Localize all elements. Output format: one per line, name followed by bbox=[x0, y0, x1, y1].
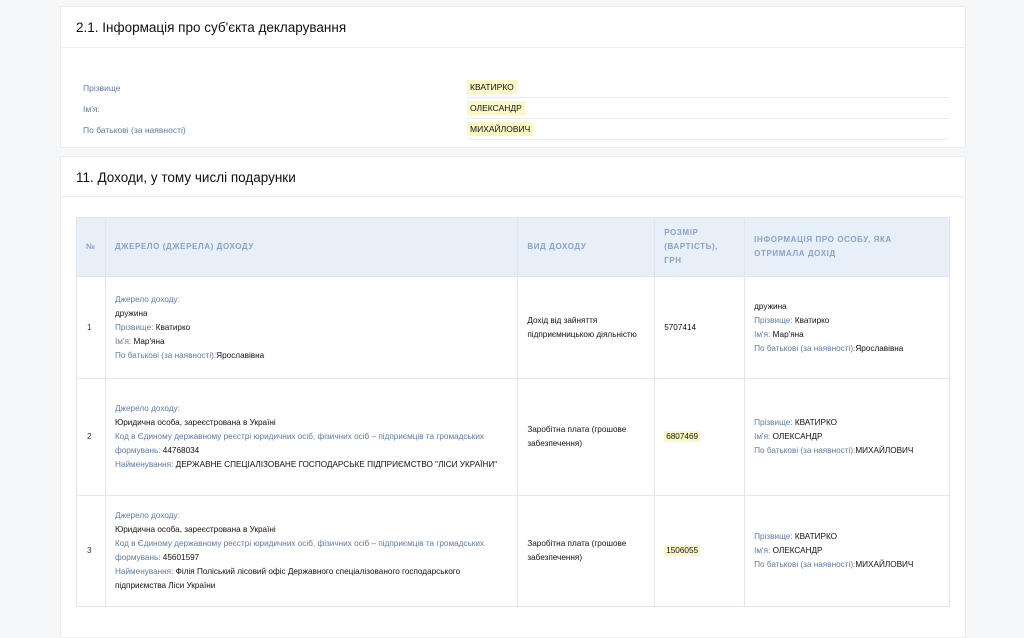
name-value: ОЛЕКСАНДР bbox=[467, 101, 525, 115]
recipient-surname: КВАТИРКО bbox=[794, 532, 838, 541]
recipient-cell: дружина Прізвище: Кватирко Ім'я: Мар'яна… bbox=[744, 276, 950, 379]
name-label: Ім'я: bbox=[754, 432, 771, 441]
source-surname: Кватирко bbox=[155, 322, 191, 332]
recipient-name-line: Ім'я: ОЛЕКСАНДР bbox=[754, 544, 940, 558]
source-cell: Джерело доходу: Юридична особа, зареєстр… bbox=[104, 378, 519, 496]
source-patronymic-line: По батькові (за наявності):Ярославівна bbox=[115, 349, 508, 363]
patronymic-value: МИХАЙЛОВИЧ bbox=[467, 122, 534, 136]
recipient-surname-line: Прізвище: КВАТИРКО bbox=[754, 416, 940, 430]
surname-row: Прізвище КВАТИРКО bbox=[83, 78, 949, 98]
source-cell: Джерело доходу: дружина Прізвище: Кватир… bbox=[104, 276, 519, 379]
recipient-name: ОЛЕКСАНДР bbox=[772, 432, 823, 441]
table-row: 2 Джерело доходу: Юридична особа, зареєс… bbox=[76, 378, 950, 496]
amount-value: 5707414 bbox=[664, 322, 697, 332]
source-code: 44768034 bbox=[162, 446, 200, 455]
patronymic-label: По батькові (за наявності): bbox=[754, 446, 856, 455]
org-label: Найменування: bbox=[114, 567, 174, 576]
source-org-line: Найменування: Філія Поліський лісовий оф… bbox=[115, 565, 508, 593]
recipient-name-line: Ім'я: ОЛЕКСАНДР bbox=[754, 430, 940, 444]
recipient-name: Мар'яна bbox=[772, 329, 804, 339]
name-label: Ім'я: bbox=[114, 336, 132, 346]
row-number: 1 bbox=[76, 276, 106, 379]
recipient-patronymic-line: По батькові (за наявності):Ярославівна bbox=[754, 342, 940, 356]
recipient-name: ОЛЕКСАНДР bbox=[772, 546, 823, 555]
source-type: Юридична особа, зареєстрована в Україні bbox=[114, 418, 276, 427]
source-org-line: Найменування: ДЕРЖАВНЕ СПЕЦІАЛІЗОВАНЕ ГО… bbox=[115, 458, 508, 472]
amount-value: 1506055 bbox=[664, 545, 701, 556]
source-org: ДЕРЖАВНЕ СПЕЦІАЛІЗОВАНЕ ГОСПОДАРСЬКЕ ПІД… bbox=[175, 460, 498, 469]
source-code-line: Код в Єдиному державному реєстрі юридичн… bbox=[115, 537, 508, 565]
table-row: 1 Джерело доходу: дружина Прізвище: Кват… bbox=[76, 276, 950, 379]
subject-info-card: 2.1. Інформація про суб'єкта декларуванн… bbox=[60, 6, 966, 148]
income-title: 11. Доходи, у тому числі подарунки bbox=[61, 157, 965, 197]
source-cell: Джерело доходу: Юридична особа, зареєстр… bbox=[104, 495, 519, 607]
source-type: дружина bbox=[114, 308, 148, 318]
source-label: Джерело доходу: bbox=[114, 404, 180, 413]
income-type-cell: Заробітна плата (грошове забезпечення) bbox=[517, 378, 656, 496]
source-type: Юридична особа, зареєстрована в Україні bbox=[114, 525, 276, 534]
source-label: Джерело доходу: bbox=[114, 511, 180, 520]
surname-label: Прізвище: bbox=[114, 322, 154, 332]
recipient-surname: КВАТИРКО bbox=[794, 418, 838, 427]
surname-label: Прізвище: bbox=[754, 315, 793, 325]
patronymic-label: По батькові (за наявності): bbox=[754, 343, 856, 353]
org-label: Найменування: bbox=[114, 460, 174, 469]
income-type-cell: Заробітна плата (грошове забезпечення) bbox=[517, 495, 656, 607]
table-row: 3 Джерело доходу: Юридична особа, зареєс… bbox=[76, 495, 950, 607]
surname-value: КВАТИРКО bbox=[467, 80, 517, 94]
amount-value: 6807469 bbox=[664, 431, 701, 442]
source-patronymic: Ярославівна bbox=[216, 350, 265, 360]
recipient-name-line: Ім'я: Мар'яна bbox=[754, 328, 940, 342]
col-number-header: № bbox=[76, 217, 106, 277]
recipient-cell: Прізвище: КВАТИРКО Ім'я: ОЛЕКСАНДР По ба… bbox=[744, 495, 950, 607]
amount-cell: 1506055 bbox=[654, 495, 746, 607]
col-amount-header: РОЗМІР (ВАРТІСТЬ), ГРН bbox=[654, 217, 746, 277]
col-income-type-header: ВИД ДОХОДУ bbox=[517, 217, 656, 277]
name-label: Ім'я: bbox=[83, 104, 100, 114]
recipient-patronymic: Ярославівна bbox=[855, 343, 904, 353]
recipient-surname: Кватирко bbox=[794, 315, 830, 325]
source-code: 45601597 bbox=[162, 553, 200, 562]
recipient-surname-line: Прізвище: КВАТИРКО bbox=[754, 530, 940, 544]
recipient-patronymic: МИХАЙЛОВИЧ bbox=[855, 446, 914, 455]
recipient-type: дружина bbox=[754, 301, 787, 311]
patronymic-row: По батькові (за наявності) МИХАЙЛОВИЧ bbox=[83, 120, 949, 140]
name-label: Ім'я: bbox=[754, 546, 771, 555]
row-number: 3 bbox=[76, 495, 106, 607]
recipient-patronymic-line: По батькові (за наявності):МИХАЙЛОВИЧ bbox=[754, 444, 940, 458]
source-label: Джерело доходу: bbox=[114, 294, 180, 304]
source-surname-line: Прізвище: Кватирко bbox=[115, 321, 508, 335]
source-code-line: Код в Єдиному державному реєстрі юридичн… bbox=[115, 430, 508, 458]
table-header-row: № ДЖЕРЕЛО (ДЖЕРЕЛА) ДОХОДУ ВИД ДОХОДУ РО… bbox=[76, 217, 950, 277]
col-source-header: ДЖЕРЕЛО (ДЖЕРЕЛА) ДОХОДУ bbox=[104, 217, 519, 277]
recipient-patronymic-line: По батькові (за наявності):МИХАЙЛОВИЧ bbox=[754, 558, 940, 572]
surname-label: Прізвище: bbox=[754, 418, 793, 427]
row-number: 2 bbox=[76, 378, 106, 496]
patronymic-label: По батькові (за наявності): bbox=[754, 560, 856, 569]
divider bbox=[467, 97, 949, 98]
source-name-line: Ім'я: Мар'яна bbox=[115, 335, 508, 349]
recipient-cell: Прізвище: КВАТИРКО Ім'я: ОЛЕКСАНДР По ба… bbox=[744, 378, 950, 496]
source-name: Мар'яна bbox=[133, 336, 165, 346]
name-label: Ім'я: bbox=[754, 329, 771, 339]
divider bbox=[467, 139, 949, 140]
recipient-patronymic: МИХАЙЛОВИЧ bbox=[855, 560, 914, 569]
divider bbox=[467, 118, 949, 119]
income-table: № ДЖЕРЕЛО (ДЖЕРЕЛА) ДОХОДУ ВИД ДОХОДУ РО… bbox=[76, 217, 950, 607]
income-card: 11. Доходи, у тому числі подарунки № ДЖЕ… bbox=[60, 156, 966, 638]
subject-info-title: 2.1. Інформація про суб'єкта декларуванн… bbox=[61, 7, 965, 48]
income-type-cell: Дохід від зайняття підприємницькою діяль… bbox=[517, 276, 656, 379]
patronymic-label: По батькові (за наявності): bbox=[114, 350, 217, 360]
surname-label: Прізвище bbox=[83, 83, 121, 93]
name-row: Ім'я: ОЛЕКСАНДР bbox=[83, 99, 949, 119]
col-recipient-header: ІНФОРМАЦІЯ ПРО ОСОБУ, ЯКА ОТРИМАЛА ДОХІД bbox=[744, 217, 950, 277]
amount-cell: 6807469 bbox=[654, 378, 746, 496]
recipient-surname-line: Прізвище: Кватирко bbox=[754, 314, 940, 328]
surname-label: Прізвище: bbox=[754, 532, 793, 541]
patronymic-label: По батькові (за наявності) bbox=[83, 125, 186, 135]
amount-cell: 5707414 bbox=[654, 276, 746, 379]
